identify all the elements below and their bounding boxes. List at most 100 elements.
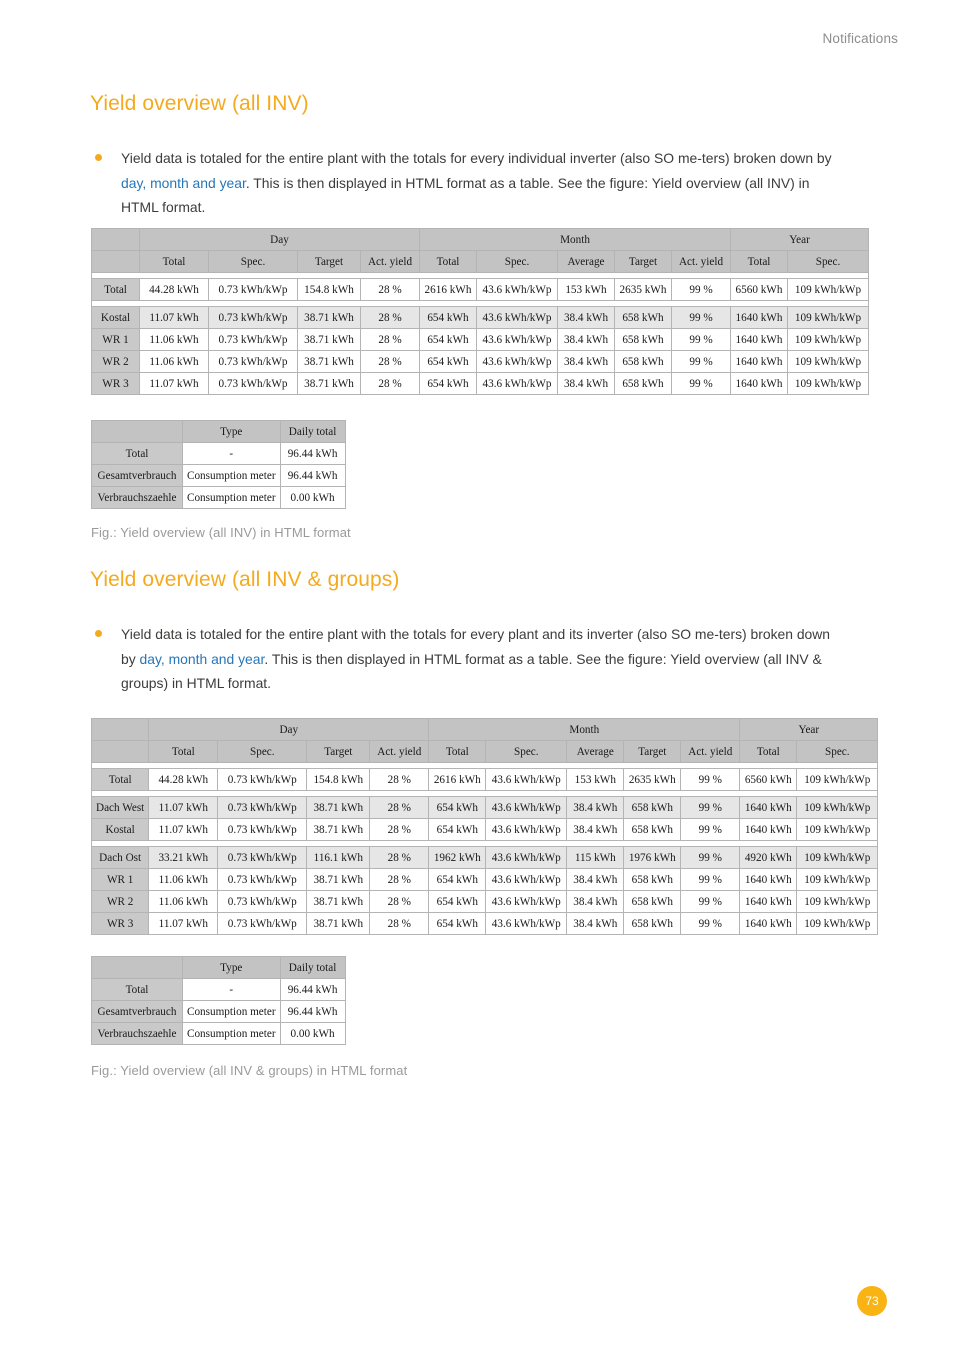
column-header: Act. yield [361, 251, 419, 272]
table-header-row: Total Spec. Target Act. yield Total Spec. Aver… [92, 251, 868, 272]
consumption-meter-table: Type Daily total Total -96.44 kWh Gesamtverb… [91, 956, 346, 1045]
table-group-header-row: Day Month Year [92, 229, 868, 250]
column-header: Target [624, 741, 681, 762]
table-cell: 116.1 kWh [307, 847, 370, 868]
table-cell: 1962 kWh [429, 847, 486, 868]
table-row: WR 2 11.06 kWh 0.73 kWh/kWp 38.71 kWh 28 % 65… [92, 891, 878, 912]
table-row: Total 44.28 kWh 0.73 kWh/kWp 154.8 kWh 28 % 2… [92, 279, 868, 300]
table-cell: 654 kWh [429, 869, 486, 890]
column-header-blank [92, 741, 149, 762]
table-cell: 38.71 kWh [307, 869, 370, 890]
row-header: Dach Ost [92, 847, 149, 868]
table-header-row: Type Daily total [92, 957, 345, 978]
table-cell: 658 kWh [624, 869, 681, 890]
figure-caption-2: Fig.: Yield overview (all INV & groups) … [91, 1063, 408, 1078]
page-number-badge: 73 [857, 1286, 887, 1316]
column-header-blank [92, 251, 139, 272]
table-cell: 38.71 kWh [298, 307, 360, 328]
table-cell: 2616 kWh [429, 769, 486, 790]
consumption-meter-table: Type Daily total Total -96.44 kWh Gesamtverb… [91, 420, 346, 509]
table-cell: 44.28 kWh [149, 769, 218, 790]
table-cell: 99 % [681, 847, 740, 868]
table-spacer-cell [92, 841, 878, 846]
table-cell: 38.4 kWh [558, 373, 614, 394]
table-cell: 109 kWh/kWp [797, 819, 878, 840]
table-row: Dach Ost 33.21 kWh 0.73 kWh/kWp 116.1 kWh 28… [92, 847, 878, 868]
page-title-section-1: Yield overview (all INV) [90, 92, 309, 115]
table-cell: 0.73 kWh/kWp [209, 329, 297, 350]
bullet-text-section-1: Yield data is totaled for the entire pla… [121, 146, 835, 220]
table-cell: 38.4 kWh [567, 869, 624, 890]
table-cell: 11.07 kWh [149, 819, 218, 840]
table-row: Gesamtverbrauch Consumption meter 96.44 kW… [92, 465, 345, 486]
table-cell: 0.73 kWh/kWp [209, 351, 297, 372]
table-spacer-cell [92, 273, 868, 278]
table-cell: 99 % [681, 769, 740, 790]
table-cell: - [183, 979, 280, 1000]
column-header: Act. yield [672, 251, 730, 272]
table-row: WR 2 11.06 kWh 0.73 kWh/kWp 38.71 kWh 28 % 65… [92, 351, 868, 372]
section-yield-overview-all-inv: Yield overview (all INV) Yield data is t… [90, 92, 902, 220]
column-header: Act. yield [681, 741, 740, 762]
table-row: Verbrauchszaehle Consumption meter 0.00 kW… [92, 487, 345, 508]
table-cell: 658 kWh [624, 819, 681, 840]
column-group-header-blank [92, 229, 139, 250]
table-cell: 1640 kWh [740, 869, 797, 890]
table-cell: 99 % [672, 351, 730, 372]
table-cell: 153 kWh [567, 769, 624, 790]
column-header: Target [298, 251, 360, 272]
table-cell: 43.6 kWh/kWp [477, 307, 557, 328]
table-spacer-row [92, 763, 878, 768]
table-cell: 1640 kWh [731, 373, 787, 394]
row-header: Total [92, 279, 139, 300]
table-cell: 11.07 kWh [149, 797, 218, 818]
link-day-month-year-1[interactable]: day, month and year [121, 175, 246, 191]
table-cell: 43.6 kWh/kWp [477, 329, 557, 350]
table-cell: 38.71 kWh [298, 329, 360, 350]
table-cell: 1640 kWh [731, 351, 787, 372]
column-header-blank [92, 421, 182, 442]
consumption-table-2: Type Daily total Total -96.44 kWh Gesamtverb… [91, 956, 346, 1045]
table-spacer-row [92, 841, 878, 846]
table-cell: 38.4 kWh [567, 891, 624, 912]
link-day-month-year-2[interactable]: day, month and year [140, 651, 265, 667]
yield-overview-table-2: Day Month Year Total Spec. Target Act. yield To… [91, 718, 879, 935]
table-row: Kostal 11.07 kWh 0.73 kWh/kWp 38.71 kWh 28 %… [92, 307, 868, 328]
table-cell: 658 kWh [624, 797, 681, 818]
table-group-header-row: Day Month Year [92, 719, 878, 740]
table-cell: 28 % [361, 373, 419, 394]
table-cell: 43.6 kWh/kWp [486, 869, 567, 890]
table-cell: 109 kWh/kWp [797, 891, 878, 912]
table-cell: 109 kWh/kWp [788, 373, 868, 394]
table-cell: 109 kWh/kWp [797, 797, 878, 818]
table-cell: 99 % [672, 329, 730, 350]
table-cell: 43.6 kWh/kWp [486, 847, 567, 868]
table-cell: 658 kWh [624, 891, 681, 912]
table-cell: 1640 kWh [731, 329, 787, 350]
table-cell: 28 % [370, 891, 429, 912]
bullet-dot-icon [95, 630, 102, 637]
column-header: Target [615, 251, 671, 272]
table-cell: 0.73 kWh/kWp [218, 891, 307, 912]
table-cell: 43.6 kWh/kWp [486, 913, 567, 934]
table-cell: 44.28 kWh [140, 279, 208, 300]
table-cell: 654 kWh [429, 819, 486, 840]
table-cell: 0.00 kWh [280, 487, 345, 508]
column-group-header-year: Year [731, 229, 868, 250]
table-cell: 109 kWh/kWp [797, 913, 878, 934]
table-cell: Consumption meter [183, 465, 280, 486]
table-cell: Consumption meter [183, 1001, 280, 1022]
table-cell: 109 kWh/kWp [797, 869, 878, 890]
table-cell: Consumption meter [183, 487, 280, 508]
table-row: WR 1 11.06 kWh 0.73 kWh/kWp 38.71 kWh 28 % 65… [92, 869, 878, 890]
column-header: Target [307, 741, 370, 762]
table-cell: 99 % [681, 819, 740, 840]
table-cell: 0.73 kWh/kWp [209, 307, 297, 328]
column-header: Total [140, 251, 208, 272]
table-cell: - [183, 443, 280, 464]
figure-caption-1: Fig.: Yield overview (all INV) in HTML f… [91, 525, 351, 540]
table-cell: 658 kWh [615, 351, 671, 372]
table-cell: 96.44 kWh [280, 465, 345, 486]
table-row: Kostal 11.07 kWh 0.73 kWh/kWp 38.71 kWh 28 %… [92, 819, 878, 840]
table-cell: 654 kWh [420, 329, 476, 350]
